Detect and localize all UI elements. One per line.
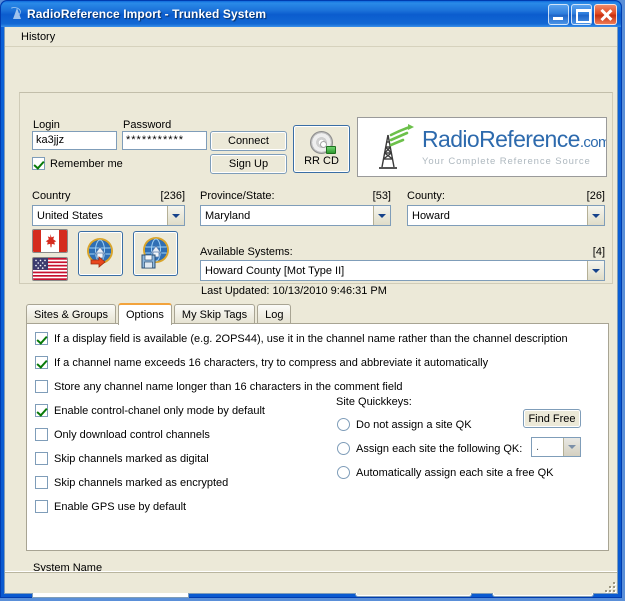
radio-auto-qk-button[interactable] — [337, 466, 350, 479]
radio-assign-qk-button[interactable] — [337, 442, 350, 455]
client-area: History Login ka3jjz Password **********… — [4, 27, 618, 598]
option-compress-name[interactable]: If a channel name exceeds 16 characters,… — [35, 356, 488, 369]
chevron-down-icon[interactable] — [563, 438, 580, 456]
password-input[interactable]: *********** — [122, 131, 207, 150]
logo-tagline: Your Complete Reference Source — [422, 156, 591, 167]
county-dropdown[interactable]: Howard — [407, 205, 605, 226]
option-only-download-control[interactable]: Only download control channels — [35, 428, 210, 441]
option-enable-gps[interactable]: Enable GPS use by default — [35, 500, 186, 513]
rr-cd-label: RR CD — [304, 155, 339, 167]
option-display-field[interactable]: If a display field is available (e.g. 2O… — [35, 332, 568, 345]
option-only-download-control-label: Only download control channels — [54, 428, 210, 441]
county-count: [26] — [586, 190, 605, 202]
minimize-button[interactable] — [548, 3, 569, 25]
quickkey-value: . — [536, 441, 540, 453]
radio-no-qk[interactable]: Do not assign a site QK — [337, 418, 472, 431]
province-value: Maryland — [205, 209, 251, 222]
option-control-channel-only-checkbox[interactable] — [35, 404, 48, 417]
option-skip-digital[interactable]: Skip channels marked as digital — [35, 452, 209, 465]
chevron-down-icon[interactable] — [587, 261, 604, 280]
resize-grip[interactable] — [601, 578, 615, 592]
country-value: United States — [37, 209, 104, 222]
chevron-down-icon[interactable] — [373, 206, 390, 225]
option-display-field-label: If a display field is available (e.g. 2O… — [54, 332, 568, 345]
quickkey-dropdown[interactable]: . — [531, 437, 581, 457]
last-updated-text: Last Updated: 10/13/2010 9:46:31 PM — [201, 285, 387, 297]
globe-save-icon — [140, 237, 172, 269]
green-folder-icon — [326, 146, 336, 154]
option-store-comment[interactable]: Store any channel name longer than 16 ch… — [35, 380, 403, 393]
option-compress-name-label: If a channel name exceeds 16 characters,… — [54, 356, 489, 369]
remember-me-check-icon[interactable] — [32, 157, 45, 170]
radio-assign-qk-label: Assign each site the following QK: — [356, 442, 523, 455]
province-count: [53] — [372, 190, 391, 202]
window-title: RadioReference Import - Trunked System — [27, 7, 267, 21]
logo-text: RadioReference.com Your Complete Referen… — [422, 126, 607, 168]
option-control-channel-only-label: Enable control-chanel only mode by defau… — [54, 404, 265, 417]
chevron-down-icon[interactable] — [587, 206, 604, 225]
option-enable-gps-label: Enable GPS use by default — [54, 500, 187, 513]
password-label: Password — [123, 119, 172, 131]
option-enable-gps-checkbox[interactable] — [35, 500, 48, 513]
option-store-comment-checkbox[interactable] — [35, 380, 48, 393]
option-only-download-control-checkbox[interactable] — [35, 428, 48, 441]
county-value: Howard — [412, 209, 450, 222]
save-database-button[interactable] — [133, 231, 178, 276]
radio-no-qk-button[interactable] — [337, 418, 350, 431]
option-skip-digital-label: Skip channels marked as digital — [54, 452, 209, 465]
menu-item-history[interactable]: History — [14, 29, 62, 45]
option-control-channel-only[interactable]: Enable control-chanel only mode by defau… — [35, 404, 265, 417]
option-skip-encrypted-label: Skip channels marked as encrypted — [54, 476, 229, 489]
find-free-button[interactable]: Find Free — [523, 409, 581, 428]
radioreference-logo: RadioReference.com Your Complete Referen… — [357, 117, 607, 177]
maximize-button[interactable] — [571, 3, 592, 25]
connect-button[interactable]: Connect — [210, 131, 287, 151]
available-systems-count: [4] — [592, 246, 605, 258]
option-skip-digital-checkbox[interactable] — [35, 452, 48, 465]
radio-assign-qk[interactable]: Assign each site the following QK: — [337, 442, 522, 455]
rr-cd-button[interactable]: RR CD — [293, 125, 350, 173]
title-bar[interactable]: RadioReference Import - Trunked System — [1, 1, 621, 27]
tower-antenna-icon — [368, 123, 420, 171]
tab-options[interactable]: Options — [117, 303, 172, 325]
remember-me-label: Remember me — [50, 157, 123, 170]
site-quickkeys-label: Site Quickkeys: — [336, 396, 412, 408]
radio-auto-qk-label: Automatically assign each site a free QK — [356, 466, 554, 479]
usa-flag-button[interactable] — [32, 257, 68, 281]
available-systems-dropdown[interactable]: Howard County [Mot Type II] — [200, 260, 605, 281]
country-dropdown[interactable]: United States — [32, 205, 185, 226]
country-count: [236] — [160, 190, 185, 202]
tab-strip: Sites & Groups Options My Skip Tags Log — [26, 303, 609, 325]
remember-me-checkbox[interactable]: Remember me — [32, 157, 123, 170]
download-database-button[interactable] — [78, 231, 123, 276]
window-controls — [548, 3, 617, 25]
logo-wordmark: RadioReference.com — [422, 126, 607, 152]
option-display-field-checkbox[interactable] — [35, 332, 48, 345]
tab-log[interactable]: Log — [257, 304, 292, 324]
option-compress-name-checkbox[interactable] — [35, 356, 48, 369]
province-dropdown[interactable]: Maryland — [200, 205, 391, 226]
available-systems-value: Howard County [Mot Type II] — [205, 264, 345, 277]
globe-download-icon — [85, 237, 117, 269]
close-button[interactable] — [594, 3, 617, 25]
application-window: RadioReference Import - Trunked System H… — [0, 0, 622, 598]
login-label: Login — [33, 119, 60, 131]
option-skip-encrypted-checkbox[interactable] — [35, 476, 48, 489]
form-body: Login ka3jjz Password *********** Rememb… — [5, 47, 617, 598]
login-input[interactable]: ka3jjz — [32, 131, 117, 150]
menu-bar: History — [5, 27, 617, 47]
radio-no-qk-label: Do not assign a site QK — [356, 418, 472, 431]
radio-tower-icon — [7, 6, 23, 22]
chevron-down-icon[interactable] — [167, 206, 184, 225]
tab-my-skip-tags[interactable]: My Skip Tags — [173, 304, 256, 324]
signup-button[interactable]: Sign Up — [210, 154, 287, 174]
option-store-comment-label: Store any channel name longer than 16 ch… — [54, 380, 403, 393]
canada-flag-button[interactable] — [32, 229, 68, 253]
option-skip-encrypted[interactable]: Skip channels marked as encrypted — [35, 476, 228, 489]
radio-auto-qk[interactable]: Automatically assign each site a free QK — [337, 466, 553, 479]
tab-sites-groups[interactable]: Sites & Groups — [26, 304, 116, 324]
status-bar — [5, 571, 617, 593]
